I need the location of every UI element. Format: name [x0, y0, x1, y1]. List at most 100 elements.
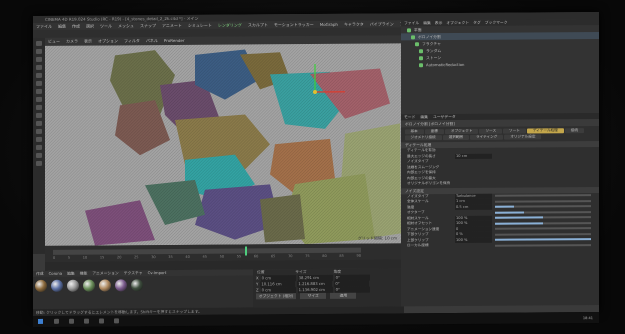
tool-icon[interactable] — [36, 40, 42, 46]
menu-item[interactable]: MoGraph — [320, 22, 338, 27]
menu-item[interactable]: 選択 — [86, 24, 94, 29]
viewport-menu-item[interactable]: パネル — [146, 38, 158, 43]
coord-mode-select[interactable]: オブジェクト (相対) — [256, 293, 296, 300]
noise-slider[interactable] — [495, 199, 591, 203]
material-swatch[interactable] — [131, 279, 143, 292]
attribute-tab[interactable]: 選択範囲 — [442, 134, 470, 140]
attribute-tab[interactable]: 接続 — [564, 127, 584, 133]
menu-item[interactable]: スカルプト — [248, 22, 268, 27]
search-icon[interactable] — [54, 318, 59, 324]
menu-item[interactable]: アニメート — [162, 23, 182, 28]
viewport-menu-item[interactable]: オプション — [98, 38, 118, 43]
menu-item[interactable]: モーショントラッカー — [274, 22, 314, 27]
noise-slider[interactable] — [495, 243, 591, 247]
tool-icon[interactable] — [36, 88, 42, 94]
material-swatch[interactable] — [115, 279, 127, 292]
viewport-menu-item[interactable]: 表示 — [84, 39, 92, 44]
timeline-tick: 30 — [151, 255, 156, 260]
object-menu-item[interactable]: ファイル — [404, 20, 419, 25]
tool-icon[interactable] — [36, 48, 42, 54]
material-menu-item[interactable]: 作成 — [36, 271, 44, 276]
material-menu-item[interactable]: Corona — [49, 271, 63, 276]
tool-icon[interactable] — [36, 80, 42, 86]
object-menu-item[interactable]: 表示 — [435, 20, 443, 25]
noise-slider[interactable] — [495, 238, 591, 242]
viewport-menu-item[interactable]: カメラ — [66, 39, 78, 44]
tool-icon[interactable] — [36, 160, 42, 166]
menu-item[interactable]: メッシュ — [118, 23, 134, 28]
tool-icon[interactable] — [36, 96, 42, 102]
material-swatch[interactable] — [35, 279, 47, 292]
attribute-tab[interactable]: 座標 — [424, 128, 444, 134]
attribute-tab[interactable]: 基本 — [404, 128, 424, 134]
viewport-menu-item[interactable]: ProRender — [164, 38, 185, 43]
size-mode-select[interactable]: サイズ — [300, 292, 327, 300]
explorer-icon[interactable] — [84, 318, 89, 324]
cinema4d-icon[interactable] — [114, 318, 119, 324]
object-row[interactable]: AutomaticReduction — [401, 60, 599, 68]
menu-item[interactable]: ツール — [100, 23, 112, 28]
menu-item[interactable]: キャラクタ — [344, 22, 364, 27]
tool-icon[interactable] — [36, 152, 42, 158]
noise-value[interactable]: 0.5 cm — [455, 204, 492, 211]
menu-item[interactable]: パイプライン — [370, 21, 394, 26]
object-menu-item[interactable]: 編集 — [423, 20, 431, 25]
object-menu-item[interactable]: タグ — [473, 20, 481, 25]
apply-button[interactable]: 適用 — [330, 292, 357, 299]
object-menu-item[interactable]: ブックマーク — [485, 20, 508, 25]
material-menu-item[interactable]: 編集 — [67, 271, 75, 276]
noise-slider[interactable] — [495, 232, 591, 236]
browser-icon[interactable] — [99, 318, 104, 324]
menu-item[interactable]: 作成 — [72, 24, 80, 29]
attribute-value[interactable]: 10 cm — [455, 153, 492, 160]
tool-icon[interactable] — [36, 144, 42, 150]
tool-icon[interactable] — [36, 136, 42, 142]
material-menu-item[interactable]: Cv-Import — [148, 270, 167, 275]
noise-slider[interactable] — [495, 205, 591, 209]
noise-value[interactable]: 100 % — [455, 237, 492, 244]
tool-icon[interactable] — [36, 104, 42, 110]
attribute-tab[interactable]: ライティング — [470, 134, 504, 140]
material-swatch[interactable] — [83, 279, 95, 292]
noise-slider[interactable] — [495, 221, 591, 225]
timeline-ticks: 0 5 10 15 20 25 30 35 40 45 50 55 60 65 70 75 80 85 90 — [53, 254, 361, 260]
viewport-menu-item[interactable]: ビュー — [48, 39, 60, 44]
material-menu-item[interactable]: テクスチャ — [124, 270, 143, 275]
viewport-menu-item[interactable]: フィルタ — [124, 38, 140, 43]
attribute-tab[interactable]: ジオメトリ接続 — [404, 134, 442, 140]
tool-icon[interactable] — [36, 64, 42, 70]
menu-item[interactable]: レンダリング — [218, 23, 242, 28]
menu-item[interactable]: 編集 — [58, 24, 66, 29]
tool-icon[interactable] — [36, 120, 42, 126]
object-menu-item[interactable]: オブジェクト — [446, 20, 469, 25]
tool-icon[interactable] — [36, 56, 42, 62]
material-menu-item[interactable]: アニメーション — [92, 270, 118, 275]
3d-viewport[interactable]: グリッド間隔: 10 cm — [45, 43, 401, 246]
noise-slider[interactable] — [495, 210, 591, 214]
attribute-menu-item[interactable]: ユーザデータ — [433, 114, 456, 119]
menu-item[interactable]: スナップ — [140, 23, 156, 28]
timeline-tick: 20 — [116, 255, 122, 260]
noise-slider[interactable] — [495, 194, 591, 198]
material-menu-item[interactable]: 機能 — [80, 271, 88, 276]
attribute-tab[interactable]: ディテール処理 — [526, 127, 564, 134]
attribute-tab[interactable]: オリジナル設定 — [504, 133, 542, 140]
task-view-icon[interactable] — [69, 318, 74, 324]
windows-start-icon[interactable] — [38, 318, 43, 324]
tool-icon[interactable] — [36, 112, 42, 118]
material-swatch[interactable] — [67, 279, 79, 292]
attribute-menu-item[interactable]: 編集 — [420, 114, 428, 119]
menu-item[interactable]: ファイル — [36, 24, 52, 29]
menu-item[interactable]: シミュレート — [188, 23, 212, 28]
attribute-tab[interactable]: オブジェクト — [444, 128, 479, 134]
attribute-tab[interactable]: ソース — [479, 128, 503, 134]
noise-slider[interactable] — [495, 227, 591, 231]
tool-icon[interactable] — [36, 128, 42, 134]
noise-slider[interactable] — [495, 216, 591, 220]
material-swatch[interactable] — [99, 279, 111, 292]
tool-icon[interactable] — [36, 72, 42, 78]
attribute-menu-item[interactable]: モード — [404, 114, 415, 119]
material-swatch[interactable] — [51, 279, 63, 292]
timeline-tick: 75 — [305, 254, 310, 259]
attribute-tab[interactable]: ソート — [503, 128, 526, 134]
